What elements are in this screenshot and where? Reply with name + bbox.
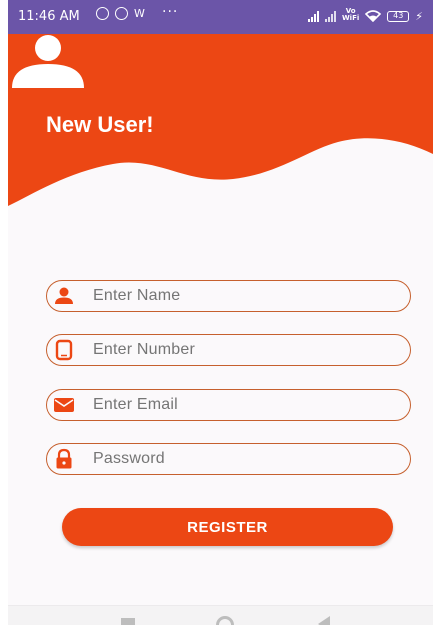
notification-icons: W (96, 7, 145, 20)
recent-apps-icon[interactable] (121, 618, 135, 625)
person-icon (12, 35, 84, 88)
app-screen: 11:46 AM W ··· Vo WiFi 43 ⚡ New User! En… (8, 0, 433, 625)
notification-w-icon: W (134, 7, 145, 20)
wifi-icon (365, 10, 382, 22)
password-input[interactable] (93, 450, 393, 468)
vowifi-icon: Vo WiFi (341, 7, 360, 22)
battery-icon: 43 (387, 11, 410, 22)
navigation-bar (8, 605, 433, 625)
home-icon[interactable] (216, 616, 234, 625)
number-field[interactable] (46, 334, 411, 366)
email-field[interactable] (46, 389, 411, 421)
signal-icon (307, 10, 319, 22)
header-banner: New User! (8, 34, 433, 214)
phone-icon (55, 339, 73, 361)
password-field[interactable] (46, 443, 411, 475)
status-time: 11:46 AM (18, 9, 80, 24)
notification-icon (96, 7, 109, 20)
notification-icon (115, 7, 128, 20)
system-icons: Vo WiFi 43 ⚡ (307, 7, 423, 23)
charging-icon: ⚡ (415, 10, 423, 23)
lock-icon (56, 448, 72, 469)
more-notifications-icon: ··· (162, 4, 179, 20)
name-input[interactable] (93, 287, 393, 305)
register-button[interactable]: REGISTER (62, 508, 393, 546)
email-icon (54, 398, 74, 412)
back-icon[interactable] (318, 616, 330, 625)
number-input[interactable] (93, 341, 393, 359)
status-bar: 11:46 AM W ··· Vo WiFi 43 ⚡ (8, 0, 433, 34)
signal-icon (324, 10, 336, 22)
page-title: New User! (46, 112, 154, 137)
name-field[interactable] (46, 280, 411, 312)
email-input[interactable] (93, 396, 393, 414)
person-icon (55, 287, 73, 304)
